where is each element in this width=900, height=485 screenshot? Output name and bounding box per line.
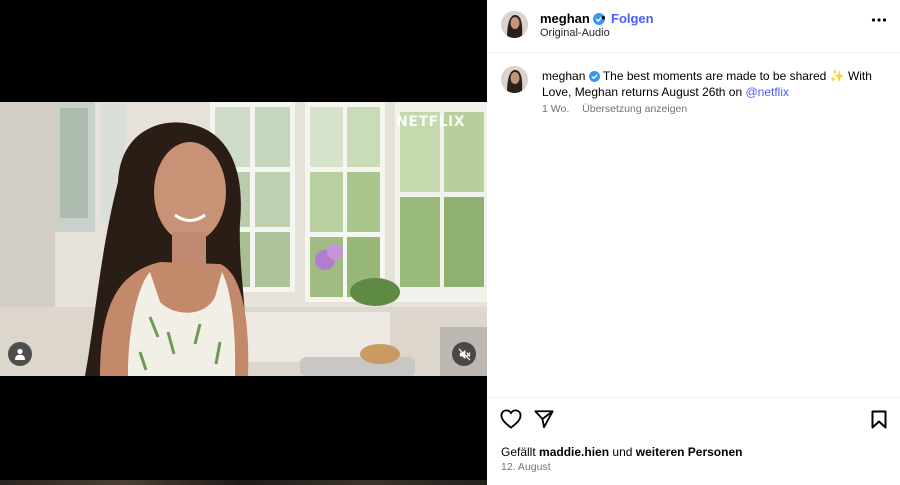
caption-username[interactable]: meghan [542, 69, 585, 83]
likes-prefix: Gefällt [501, 445, 536, 459]
post-date[interactable]: 12. August [501, 461, 551, 473]
profile-photo [501, 11, 528, 38]
more-options-icon[interactable] [871, 17, 887, 23]
media-area: NETFLIX [0, 0, 487, 485]
video-player[interactable]: NETFLIX [0, 102, 487, 376]
user-icon [15, 348, 25, 360]
action-bar: Gefällt maddie.hien und weiteren Persone… [487, 397, 900, 485]
original-audio-link[interactable]: Original-Audio [540, 27, 610, 39]
caption-meta: 1 Wo. Übersetzung anzeigen [542, 103, 697, 115]
post-caption: meghan The best moments are made to be s… [542, 68, 887, 100]
likes-summary: Gefällt maddie.hien und weiteren Persone… [501, 445, 742, 459]
avatar[interactable] [501, 66, 528, 93]
next-media-strip [0, 480, 487, 485]
liked-by-user[interactable]: maddie.hien [539, 445, 609, 459]
follow-button[interactable]: Folgen [611, 11, 654, 26]
muted-speaker-icon [458, 348, 471, 360]
post-header: meghan • Folgen Original-Audio [487, 0, 900, 53]
paper-plane-icon[interactable] [534, 409, 554, 429]
username-text[interactable]: meghan [540, 11, 590, 26]
post-panel: meghan • Folgen Original-Audio meghan Th… [487, 0, 900, 485]
post-author-username[interactable]: meghan [540, 11, 606, 26]
tagged-users-button[interactable] [8, 342, 32, 366]
post-age[interactable]: 1 Wo. [542, 103, 569, 115]
caption-text: The best moments are made to be shared [602, 69, 827, 83]
profile-photo [501, 66, 528, 93]
sparkles-emoji: ✨ [829, 69, 845, 83]
avatar[interactable] [501, 11, 528, 38]
video-frame [0, 102, 487, 376]
separator-dot: • [601, 10, 606, 25]
netflix-watermark: NETFLIX [396, 114, 465, 130]
verified-badge-icon [588, 71, 600, 82]
bookmark-icon[interactable] [871, 410, 887, 429]
likes-others-link[interactable]: weiteren Personen [636, 445, 743, 459]
likes-middle: und [612, 445, 633, 459]
heart-icon[interactable] [500, 409, 522, 429]
instagram-post-viewer: NETFLIX meghan • Folgen Original-Audio m… [0, 0, 900, 485]
mention-link[interactable]: @netflix [745, 85, 789, 99]
mute-toggle-button[interactable] [452, 342, 476, 366]
translate-link[interactable]: Übersetzung anzeigen [582, 103, 687, 115]
